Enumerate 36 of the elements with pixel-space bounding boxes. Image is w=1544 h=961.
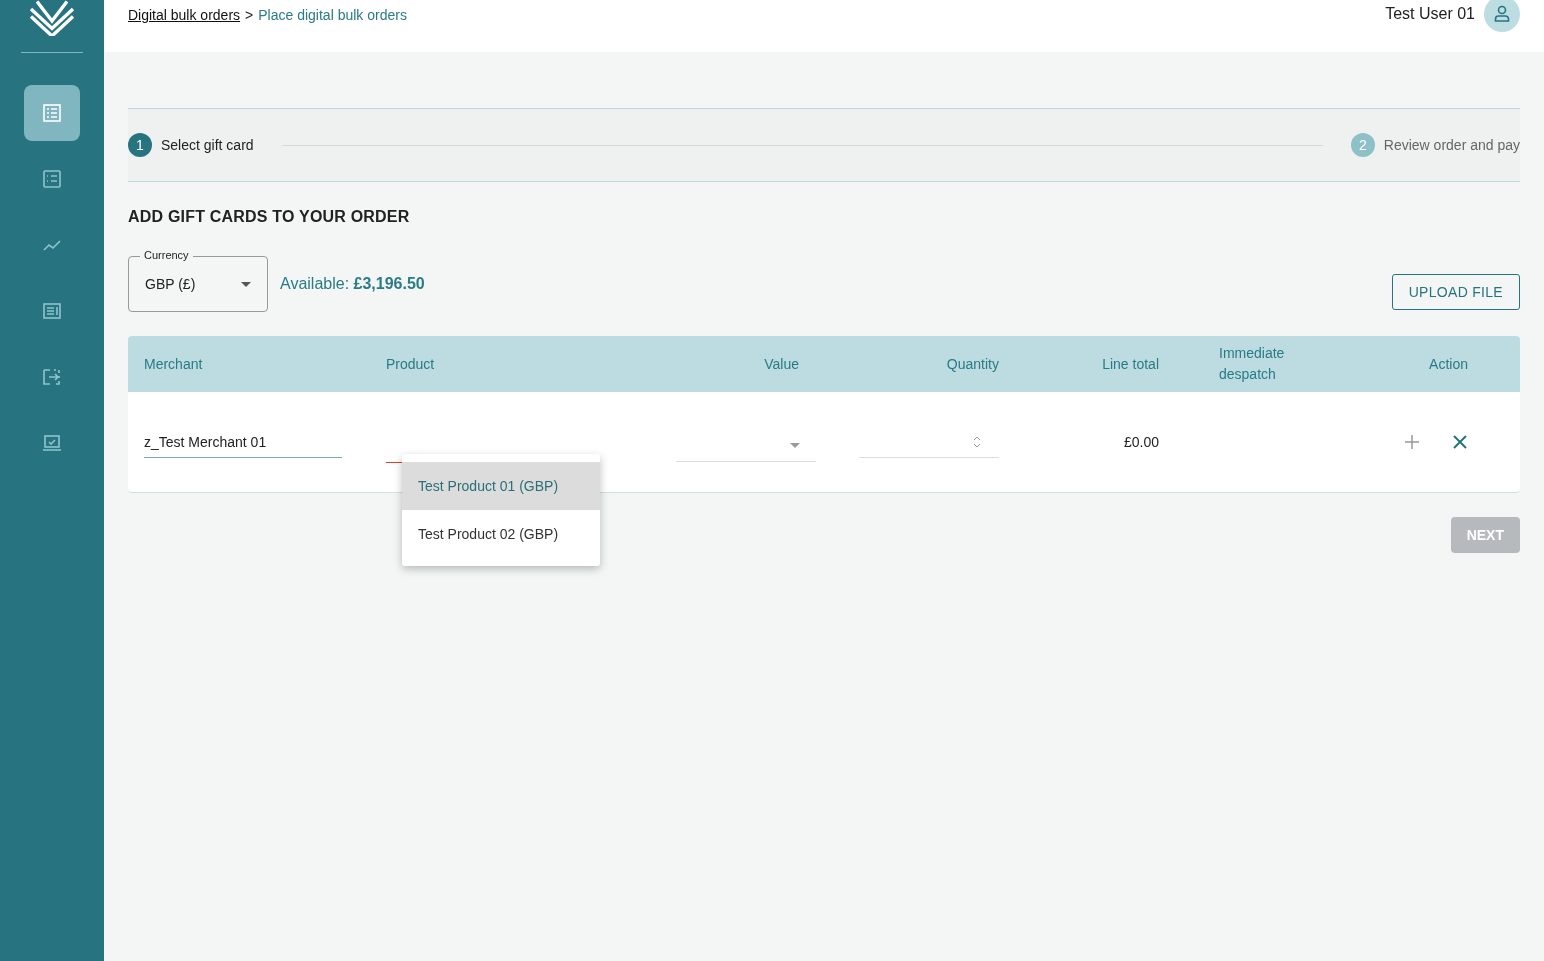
column-header: Action: [1428, 354, 1469, 374]
column-header: Immediate despatch: [1218, 344, 1286, 384]
avatar-button[interactable]: [1484, 0, 1520, 32]
step-label: Select gift card: [161, 137, 254, 153]
sidebar-item[interactable]: [24, 85, 80, 141]
breadcrumb-separator: >: [245, 7, 254, 23]
step-number: 1: [128, 133, 152, 157]
column-header: Line total: [1101, 354, 1159, 374]
column-header: Value: [763, 354, 799, 374]
spinner-arrows-icon: [973, 434, 981, 449]
section-heading: ADD GIFT CARDS TO YOUR ORDER: [128, 208, 411, 226]
transfer-icon: [42, 367, 62, 387]
column-header: Quantity: [945, 354, 999, 374]
add-icon[interactable]: [1404, 434, 1420, 450]
document-icon: [42, 301, 62, 321]
list-icon: [42, 103, 62, 123]
breadcrumb-link[interactable]: Digital bulk orders: [128, 7, 241, 23]
laptop-icon: [42, 433, 62, 453]
person-icon: [1493, 5, 1511, 23]
field-label: Currency: [140, 249, 193, 262]
step-number: 2: [1350, 133, 1375, 157]
available-balance: Available: £3,196.50: [280, 274, 425, 293]
user-name: Test User 01: [1385, 5, 1475, 23]
merchant-field[interactable]: z_Test Merchant 01: [144, 426, 342, 458]
line-total: £0.00: [1123, 434, 1159, 450]
close-icon[interactable]: [1452, 434, 1468, 450]
dropdown-option[interactable]: Test Product 01 (GBP): [402, 462, 600, 510]
dropdown-caret-icon: [790, 443, 800, 448]
step-label: Review order and pay: [1383, 137, 1520, 153]
dropdown-option[interactable]: Test Product 02 (GBP): [402, 510, 600, 558]
dropdown-caret-icon: [241, 281, 251, 287]
upload-file-button[interactable]: UPLOAD FILE: [1391, 274, 1520, 310]
column-header: Product: [386, 354, 436, 374]
breadcrumb-current: Place digital bulk orders: [258, 7, 407, 23]
column-header: Merchant: [143, 354, 204, 374]
checklist-icon: [42, 169, 62, 189]
